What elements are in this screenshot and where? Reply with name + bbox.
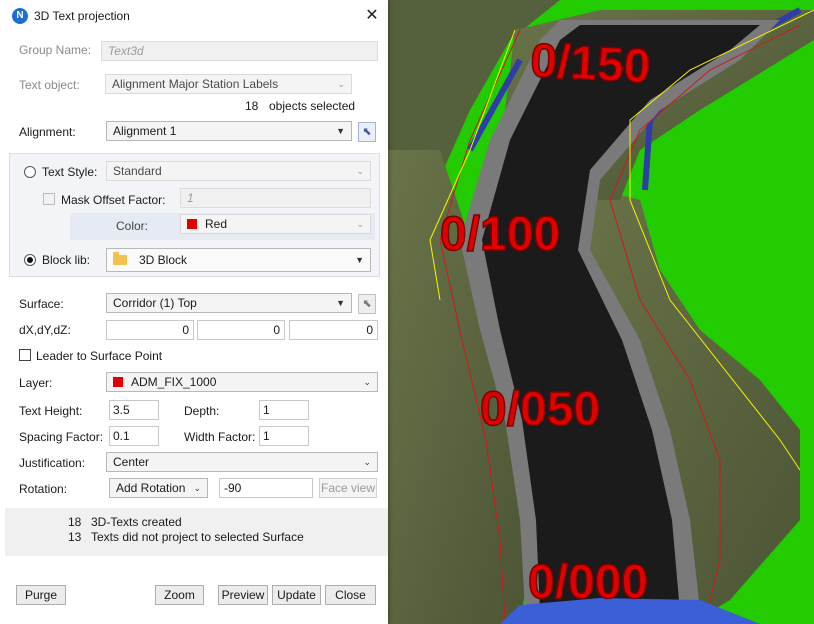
rotation-label: Rotation: bbox=[19, 482, 68, 496]
status-text-created: 3D-Texts created bbox=[91, 515, 182, 529]
zoom-button[interactable]: Zoom bbox=[155, 585, 204, 605]
status-text-not-projected: Texts did not project to selected Surfac… bbox=[91, 530, 304, 544]
depth-label: Depth: bbox=[184, 404, 220, 418]
status-panel: 18 3D-Texts created 13 Texts did not pro… bbox=[5, 508, 388, 556]
leader-checkbox[interactable] bbox=[19, 349, 31, 361]
block-lib-label: Block lib: bbox=[42, 253, 91, 267]
app-icon: N bbox=[12, 8, 28, 24]
station-label-100: 0/100 bbox=[440, 208, 560, 261]
layer-label: Layer: bbox=[19, 376, 53, 390]
layer-value: ADM_FIX_1000 bbox=[131, 375, 217, 389]
color-value: Red bbox=[205, 217, 228, 231]
layer-select[interactable]: ADM_FIX_1000 ⌄ bbox=[106, 372, 378, 392]
cursor-pick-icon: ⬉ bbox=[362, 298, 372, 310]
pick-alignment-button[interactable]: ⬉ bbox=[358, 122, 376, 142]
chevron-down-icon: ▼ bbox=[336, 126, 345, 136]
red-color-swatch bbox=[187, 219, 197, 229]
justification-select[interactable]: Center ⌄ bbox=[106, 452, 378, 472]
text-style-label: Text Style: bbox=[42, 165, 98, 179]
width-factor-label: Width Factor: bbox=[184, 430, 256, 444]
red-color-swatch bbox=[113, 377, 123, 387]
rotation-mode-select[interactable]: Add Rotation ⌄ bbox=[109, 478, 208, 498]
block-lib-select[interactable]: 3D Block ▼ bbox=[106, 248, 371, 272]
text-height-field[interactable]: 3.5 bbox=[109, 400, 159, 420]
chevron-down-icon: ⌄ bbox=[363, 377, 371, 387]
close-icon[interactable]: ✕ bbox=[362, 6, 382, 26]
button-bar: Purge Zoom Preview Update Close bbox=[0, 560, 388, 624]
spacing-factor-label: Spacing Factor: bbox=[19, 430, 104, 444]
chevron-down-icon: ▼ bbox=[355, 255, 364, 265]
justification-value: Center bbox=[113, 455, 150, 469]
surface-select[interactable]: Corridor (1) Top ▼ bbox=[106, 293, 352, 313]
selection-count: 18 bbox=[245, 99, 259, 113]
width-factor-field[interactable]: 1 bbox=[259, 426, 309, 446]
offsets-label: dX,dY,dZ: bbox=[19, 323, 71, 337]
station-label-000: 0/000 bbox=[528, 556, 648, 609]
chevron-down-icon: ⌄ bbox=[356, 219, 364, 229]
mask-offset-label: Mask Offset Factor: bbox=[61, 193, 166, 207]
text-style-select[interactable]: Standard ⌄ bbox=[106, 161, 371, 181]
alignment-label: Alignment: bbox=[19, 125, 76, 139]
spacing-factor-field[interactable]: 0.1 bbox=[109, 426, 159, 446]
rotation-mode-value: Add Rotation bbox=[116, 481, 186, 495]
text-style-radio[interactable] bbox=[24, 166, 36, 178]
color-label: Color: bbox=[116, 219, 149, 233]
mask-offset-field[interactable]: 1 bbox=[180, 188, 371, 208]
selection-suffix: objects selected bbox=[269, 99, 356, 113]
text-object-label: Text object: bbox=[19, 78, 80, 92]
dz-field[interactable]: 0 bbox=[289, 320, 378, 340]
surface-value: Corridor (1) Top bbox=[113, 296, 197, 310]
title-bar[interactable]: N 3D Text projection ✕ bbox=[0, 0, 388, 32]
text-projection-dialog: N 3D Text projection ✕ Group Name: Text3… bbox=[0, 0, 388, 624]
color-select[interactable]: Red ⌄ bbox=[180, 214, 371, 234]
update-button[interactable]: Update bbox=[272, 585, 321, 605]
preview-button[interactable]: Preview bbox=[218, 585, 268, 605]
station-label-150: 0/150 bbox=[529, 34, 652, 93]
station-label-050: 0/050 bbox=[480, 383, 600, 436]
cursor-pick-icon: ⬉ bbox=[362, 126, 372, 138]
chevron-down-icon: ▼ bbox=[336, 298, 345, 308]
folder-icon bbox=[113, 252, 127, 265]
alignment-select[interactable]: Alignment 1 ▼ bbox=[106, 121, 352, 141]
close-button[interactable]: Close bbox=[325, 585, 376, 605]
chevron-down-icon: ⌄ bbox=[363, 457, 371, 467]
text-height-label: Text Height: bbox=[19, 404, 83, 418]
group-name-label: Group Name: bbox=[19, 43, 92, 57]
depth-field[interactable]: 1 bbox=[259, 400, 309, 420]
text-object-select[interactable]: Alignment Major Station Labels ⌄ bbox=[105, 74, 352, 94]
block-lib-value: 3D Block bbox=[139, 253, 188, 267]
text-style-value: Standard bbox=[113, 164, 162, 178]
chevron-down-icon: ⌄ bbox=[356, 166, 364, 176]
window-title: 3D Text projection bbox=[34, 9, 130, 23]
group-name-field[interactable]: Text3d bbox=[101, 41, 378, 61]
status-count-created: 18 bbox=[68, 515, 82, 529]
rotation-value-field[interactable]: -90 bbox=[219, 478, 313, 498]
dx-field[interactable]: 0 bbox=[106, 320, 194, 340]
chevron-down-icon: ⌄ bbox=[337, 79, 345, 89]
purge-button[interactable]: Purge bbox=[16, 585, 66, 605]
alignment-value: Alignment 1 bbox=[113, 124, 177, 138]
leader-label: Leader to Surface Point bbox=[36, 349, 163, 363]
chevron-down-icon: ⌄ bbox=[193, 483, 201, 493]
pick-surface-button[interactable]: ⬉ bbox=[358, 294, 376, 314]
surface-label: Surface: bbox=[19, 297, 64, 311]
dy-field[interactable]: 0 bbox=[197, 320, 285, 340]
status-count-not-projected: 13 bbox=[68, 530, 82, 544]
mask-offset-checkbox[interactable] bbox=[43, 193, 55, 205]
justification-label: Justification: bbox=[19, 456, 86, 470]
text-object-value: Alignment Major Station Labels bbox=[112, 77, 279, 91]
face-view-button[interactable]: Face view bbox=[319, 478, 377, 498]
block-lib-radio[interactable] bbox=[24, 254, 36, 266]
